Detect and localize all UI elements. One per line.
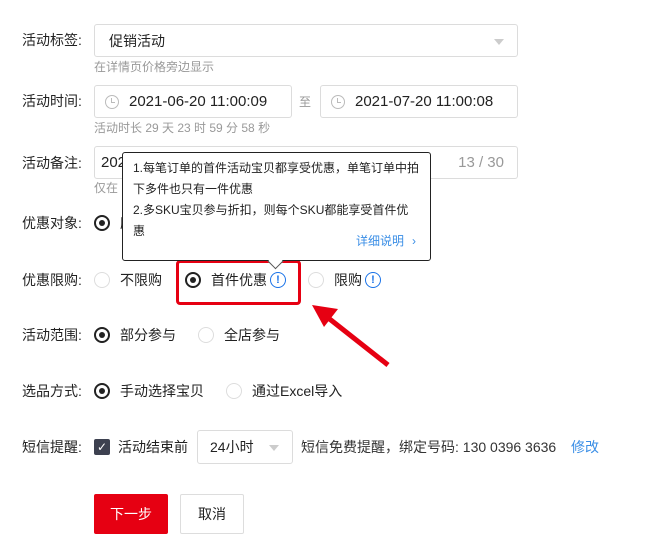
time-separator: 至: [299, 95, 312, 109]
end-time-input[interactable]: 2021-07-20 11:00:08: [320, 85, 518, 118]
limit-option-limit[interactable]: 限购!: [308, 270, 381, 290]
scope-option-partial[interactable]: 部分参与: [94, 325, 176, 345]
scope-option-all[interactable]: 全店参与: [198, 325, 280, 345]
limit-option-none[interactable]: 不限购: [94, 270, 162, 290]
checkbox-checked-icon: ✓: [94, 439, 110, 455]
chevron-down-icon: [494, 39, 504, 45]
sms-hours-select[interactable]: 24小时: [197, 430, 293, 464]
tooltip-details-link[interactable]: 详细说明 ›: [356, 231, 416, 252]
radio-icon: [308, 272, 324, 288]
chevron-down-icon: [269, 445, 279, 451]
sms-checkbox[interactable]: ✓ 活动结束前: [94, 437, 188, 457]
radio-icon: [198, 327, 214, 343]
end-time-value: 2021-07-20 11:00:08: [355, 93, 494, 110]
tooltip-line: 1.每笔订单的首件活动宝贝都享受优惠，单笔订单中拍: [133, 161, 420, 175]
scope-label: 活动范围:: [22, 327, 82, 343]
highlight-box: [176, 260, 301, 305]
radio-icon: [94, 215, 110, 231]
info-icon[interactable]: !: [365, 272, 381, 288]
limit-option-label: 限购: [334, 272, 362, 288]
time-label: 活动时间:: [22, 93, 82, 109]
clock-icon: [105, 94, 119, 109]
select-option-label: 通过Excel导入: [252, 383, 343, 399]
clock-icon: [331, 94, 345, 109]
cancel-button[interactable]: 取消: [180, 494, 244, 534]
tooltip-line: 下多件也只有一件优惠: [133, 182, 254, 196]
sms-checkbox-label: 活动结束前: [118, 439, 188, 455]
select-label: 选品方式:: [22, 383, 82, 399]
scope-option-label: 全店参与: [224, 327, 280, 343]
select-option-manual[interactable]: 手动选择宝贝: [94, 381, 204, 401]
radio-icon: [94, 383, 110, 399]
tag-select[interactable]: 促销活动: [94, 24, 518, 57]
note-counter: 13 / 30: [458, 154, 504, 171]
start-time-input[interactable]: 2021-06-20 11:00:09: [94, 85, 292, 118]
note-label: 活动备注:: [22, 155, 82, 171]
radio-icon: [94, 327, 110, 343]
limit-option-label: 不限购: [120, 272, 162, 288]
tooltip-link-label: 详细说明: [355, 234, 404, 248]
tag-hint: 在详情页价格旁边显示: [94, 60, 215, 74]
sms-edit-link[interactable]: 修改: [571, 437, 599, 457]
limit-label: 优惠限购:: [22, 272, 82, 288]
radio-icon: [94, 272, 110, 288]
tag-label: 活动标签:: [22, 32, 82, 48]
start-time-value: 2021-06-20 11:00:09: [129, 93, 268, 110]
select-option-excel[interactable]: 通过Excel导入: [226, 381, 342, 401]
scope-option-label: 部分参与: [120, 327, 176, 343]
note-hint: 仅在: [94, 181, 119, 195]
next-button[interactable]: 下一步: [94, 494, 168, 534]
sms-info: 短信免费提醒，绑定号码: 130 0396 3636: [301, 439, 557, 455]
chevron-right-icon: ›: [412, 234, 416, 248]
tag-select-value: 促销活动: [109, 32, 165, 49]
radio-icon: [226, 383, 242, 399]
first-item-tooltip: 1.每笔订单的首件活动宝贝都享受优惠，单笔订单中拍 下多件也只有一件优惠 2.多…: [122, 152, 431, 261]
red-arrow-icon: [312, 305, 390, 367]
target-label: 优惠对象:: [22, 215, 82, 231]
select-option-label: 手动选择宝贝: [120, 383, 204, 399]
time-hint: 活动时长 29 天 23 时 59 分 58 秒: [94, 121, 271, 135]
sms-hours-value: 24小时: [210, 439, 254, 455]
sms-label: 短信提醒:: [22, 439, 82, 455]
